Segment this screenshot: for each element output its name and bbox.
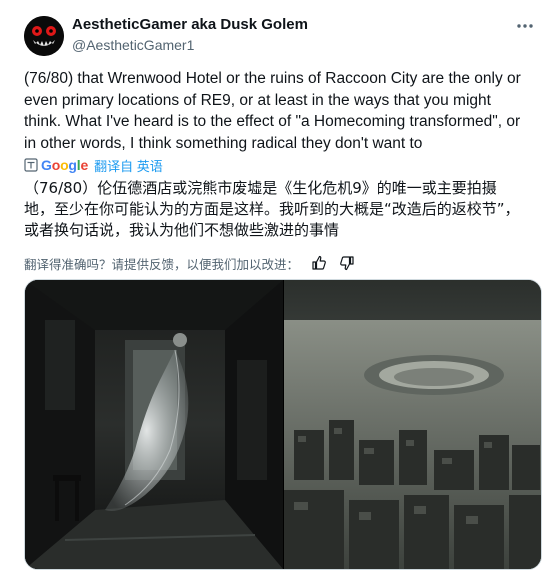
hotel-corridor-image[interactable] — [25, 280, 283, 569]
avatar[interactable] — [24, 16, 64, 56]
thumbs-up-icon[interactable] — [311, 255, 327, 271]
translated-text-line: 地，至少在你可能认为的方面是这样。我听到的大概是“改造后的返校节”， — [24, 200, 520, 218]
raccoon-city-ruins-image[interactable] — [284, 280, 541, 569]
translated-text-line: 或者换句话说，我认为他们不想做些激进的事情 — [24, 221, 340, 239]
post-text-line: think. What I've heard is to the effect … — [24, 113, 521, 130]
translate-icon — [24, 158, 38, 172]
display-name[interactable]: AestheticGamer aka Dusk Golem — [72, 16, 308, 33]
translation-feedback: 翻译得准确吗？请提供反馈，以便我们加以改进： — [24, 253, 355, 273]
post-text: (76/80) that Wrenwood Hotel or the ruins… — [24, 68, 540, 154]
user-handle[interactable]: @AestheticGamer1 — [72, 37, 194, 53]
thumbs-down-icon[interactable] — [339, 255, 355, 271]
translated-from-link[interactable]: 翻译自 英语 — [94, 156, 163, 175]
translated-text-line: （76/80）伦伍德酒店或浣熊市废墟是《生化危机9》的唯一或主要拍摄 — [24, 179, 497, 197]
media-grid — [24, 279, 542, 570]
post-text-line: in other words, I think something radica… — [24, 134, 423, 152]
post-text-line: (76/80) that Wrenwood Hotel or the ruins… — [24, 70, 521, 87]
post-text-line: even primary locations of RE9, or at lea… — [24, 91, 491, 109]
translation-bar: Google 翻译自 英语 — [24, 155, 163, 175]
translated-text: （76/80）伦伍德酒店或浣熊市废墟是《生化危机9》的唯一或主要拍摄 地，至少在… — [24, 178, 540, 241]
more-icon[interactable] — [513, 16, 537, 36]
avatar-face-icon — [24, 16, 64, 56]
feedback-prompt: 翻译得准确吗？请提供反馈，以便我们加以改进： — [24, 256, 300, 272]
google-logo: Google — [41, 157, 89, 173]
